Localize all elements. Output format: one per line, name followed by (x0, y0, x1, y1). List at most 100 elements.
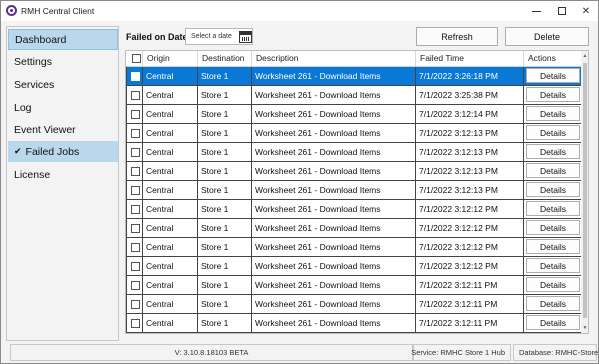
column-header-origin[interactable]: Origin (142, 51, 198, 67)
destination-cell: Store 1 (197, 217, 252, 238)
row-select-cell[interactable] (126, 65, 143, 86)
row-checkbox[interactable] (131, 318, 140, 328)
details-button[interactable]: Details (526, 201, 580, 216)
sidebar-item-settings[interactable]: Settings (8, 51, 118, 72)
scroll-down-icon[interactable]: ▼ (582, 325, 588, 331)
table-row[interactable]: Central Store 1 Worksheet 261 - Download I… (126, 84, 582, 105)
details-button[interactable]: Details (526, 125, 580, 140)
origin-cell: Central (142, 198, 198, 219)
column-header-destination[interactable]: Destination (197, 51, 252, 67)
table-row[interactable]: Central Store 1 Worksheet 261 - Download I… (126, 179, 582, 200)
row-select-cell[interactable] (126, 122, 143, 143)
row-checkbox[interactable] (131, 109, 140, 119)
database-status: Database: RMHC-Store1 (513, 344, 599, 361)
app-logo-icon (6, 5, 17, 16)
row-checkbox[interactable] (131, 280, 140, 290)
details-button[interactable]: Details (526, 87, 580, 102)
description-cell: Worksheet 261 - Download Items (251, 312, 416, 333)
row-select-cell[interactable] (126, 274, 143, 295)
check-icon: ✔ (14, 146, 22, 156)
column-header-description[interactable]: Description (251, 51, 416, 67)
details-button[interactable]: Details (526, 106, 580, 121)
sidebar-item-services[interactable]: Services (8, 74, 118, 95)
destination-cell: Store 1 (197, 84, 252, 105)
column-header-actions: Actions (523, 51, 582, 67)
table-row[interactable]: Central Store 1 Worksheet 261 - Download I… (126, 198, 582, 219)
details-button[interactable]: Details (526, 239, 580, 254)
details-button[interactable]: Details (526, 68, 580, 83)
minimize-button[interactable] (524, 1, 548, 21)
row-select-cell[interactable] (126, 84, 143, 105)
details-button[interactable]: Details (526, 315, 580, 330)
row-select-cell[interactable] (126, 103, 143, 124)
maximize-button[interactable] (550, 1, 574, 21)
details-button[interactable]: Details (526, 277, 580, 292)
table-row[interactable]: Central Store 1 Worksheet 261 - Download I… (126, 274, 582, 295)
row-checkbox[interactable] (131, 71, 140, 81)
row-select-cell[interactable] (126, 198, 143, 219)
row-checkbox[interactable] (131, 166, 140, 176)
window-title: RMH Central Client (21, 6, 95, 16)
row-checkbox[interactable] (131, 242, 140, 252)
details-button[interactable]: Details (526, 144, 580, 159)
column-header-failed-time[interactable]: Failed Time (415, 51, 524, 67)
description-cell: Worksheet 261 - Download Items (251, 293, 416, 314)
table-row[interactable]: Central Store 1 Worksheet 261 - Download I… (126, 160, 582, 181)
row-checkbox[interactable] (131, 90, 140, 100)
row-checkbox[interactable] (131, 299, 140, 309)
scroll-up-icon[interactable]: ▲ (582, 53, 588, 59)
select-all-header[interactable] (126, 51, 143, 67)
table-row[interactable]: Central Store 1 Worksheet 261 - Download I… (126, 141, 582, 162)
details-button[interactable]: Details (526, 296, 580, 311)
minimize-icon (531, 10, 541, 12)
row-select-cell[interactable] (126, 217, 143, 238)
select-all-checkbox[interactable] (131, 54, 141, 64)
calendar-button[interactable] (236, 28, 254, 45)
scrollbar-thumb[interactable] (583, 63, 587, 318)
sidebar-item-event-viewer[interactable]: Event Viewer (8, 119, 118, 140)
table-row[interactable]: Central Store 1 Worksheet 261 - Download I… (126, 255, 582, 276)
row-checkbox[interactable] (131, 147, 140, 157)
row-select-cell[interactable] (126, 179, 143, 200)
destination-cell: Store 1 (197, 122, 252, 143)
row-checkbox[interactable] (131, 261, 140, 271)
origin-cell: Central (142, 65, 198, 86)
origin-cell: Central (142, 255, 198, 276)
description-cell: Worksheet 261 - Download Items (251, 274, 416, 295)
table-row[interactable]: Central Store 1 Worksheet 261 - Download I… (126, 103, 582, 124)
row-select-cell[interactable] (126, 312, 143, 333)
row-select-cell[interactable] (126, 236, 143, 257)
row-checkbox[interactable] (131, 223, 140, 233)
table-row[interactable]: Central Store 1 Worksheet 261 - Download I… (126, 122, 582, 143)
sidebar-item-dashboard[interactable]: Dashboard (8, 29, 118, 50)
sidebar-item-failed-jobs[interactable]: ✔ Failed Jobs (8, 141, 118, 162)
details-button[interactable]: Details (526, 258, 580, 273)
refresh-button[interactable]: Refresh (416, 27, 498, 46)
origin-cell: Central (142, 160, 198, 181)
row-select-cell[interactable] (126, 293, 143, 314)
table-row[interactable]: Central Store 1 Worksheet 261 - Download I… (126, 293, 582, 314)
failed-time-cell: 7/1/2022 3:12:13 PM (415, 141, 524, 162)
vertical-scrollbar[interactable]: ▲ ▼ (581, 51, 588, 333)
row-checkbox[interactable] (131, 128, 140, 138)
table-row[interactable]: Central Store 1 Worksheet 261 - Download I… (126, 236, 582, 257)
destination-cell: Store 1 (197, 274, 252, 295)
close-button[interactable]: ✕ (574, 1, 598, 21)
row-select-cell[interactable] (126, 141, 143, 162)
details-button[interactable]: Details (526, 220, 580, 235)
table-row[interactable]: Central Store 1 Worksheet 261 - Download I… (126, 217, 582, 238)
delete-button[interactable]: Delete (505, 27, 589, 46)
table-row[interactable]: Central Store 1 Worksheet 261 - Download I… (126, 65, 582, 86)
sidebar-item-license[interactable]: License (8, 164, 118, 185)
table-row[interactable]: Central Store 1 Worksheet 261 - Download I… (126, 312, 582, 333)
row-checkbox[interactable] (131, 185, 140, 195)
row-select-cell[interactable] (126, 255, 143, 276)
row-select-cell[interactable] (126, 160, 143, 181)
origin-cell: Central (142, 312, 198, 333)
failed-jobs-grid: Origin Destination Description Failed Ti… (125, 50, 589, 334)
actions-cell: Details (523, 236, 582, 257)
sidebar-item-log[interactable]: Log (8, 97, 118, 118)
details-button[interactable]: Details (526, 163, 580, 178)
row-checkbox[interactable] (131, 204, 140, 214)
details-button[interactable]: Details (526, 182, 580, 197)
